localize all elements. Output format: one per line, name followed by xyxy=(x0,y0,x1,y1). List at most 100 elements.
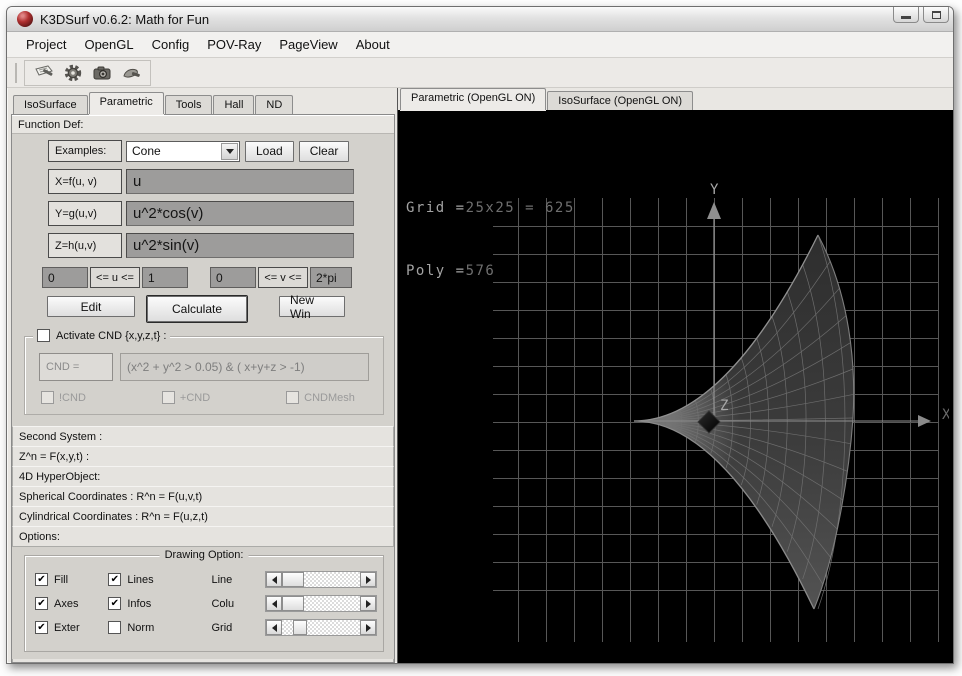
section-second-system[interactable]: Second System : xyxy=(12,426,394,447)
calculate-button[interactable]: Calculate xyxy=(147,296,247,322)
axes-checkbox[interactable]: ✔ xyxy=(35,597,48,610)
grid-info-label: Grid = xyxy=(406,200,466,216)
tab-isosurface-gl[interactable]: IsoSurface (OpenGL ON) xyxy=(547,91,693,110)
section-list: Second System : Z^n = F(x,y,t) : 4D Hype… xyxy=(12,427,394,547)
poly-info-label: Poly = xyxy=(406,263,466,279)
norm-checkbox[interactable] xyxy=(108,621,121,634)
norm-label: Norm xyxy=(127,622,154,634)
grid-slider[interactable] xyxy=(265,619,377,636)
load-button[interactable]: Load xyxy=(245,141,294,162)
combo-dropdown-button[interactable] xyxy=(221,143,238,160)
colu-slider-label: Colu xyxy=(203,598,265,610)
render-info-overlay: Grid =25x25 = 625 Poly =576 xyxy=(406,156,575,324)
exter-checkbox[interactable]: ✔ xyxy=(35,621,48,634)
infos-checkbox[interactable]: ✔ xyxy=(108,597,121,610)
u-min-input[interactable]: 0 xyxy=(42,267,88,288)
section-4d-hyperobject[interactable]: 4D HyperObject: xyxy=(12,466,394,487)
paint-tool-icon[interactable] xyxy=(120,62,142,84)
grid-slider-track[interactable] xyxy=(282,620,360,635)
line-slider-thumb[interactable] xyxy=(282,572,304,587)
menu-pageview[interactable]: PageView xyxy=(270,34,346,55)
menu-config[interactable]: Config xyxy=(143,34,199,55)
tab-parametric[interactable]: Parametric xyxy=(89,92,164,114)
colu-slider-left-arrow[interactable] xyxy=(266,596,282,611)
examples-label: Examples: xyxy=(48,140,122,162)
u-range-label: <= u <= xyxy=(90,267,140,288)
minimize-button[interactable] xyxy=(893,7,919,23)
line-slider-right-arrow[interactable] xyxy=(360,572,376,587)
activate-cnd-label: Activate CND {x,y,z,t} : xyxy=(56,330,166,342)
left-tabbar: IsoSurface Parametric Tools Hall ND xyxy=(11,92,395,114)
colu-slider-thumb[interactable] xyxy=(282,596,304,611)
function-def-header[interactable]: Function Def: xyxy=(12,115,394,134)
tab-hall[interactable]: Hall xyxy=(213,95,254,114)
tab-isosurface[interactable]: IsoSurface xyxy=(13,95,88,114)
section-animation[interactable]: Animation And Memb : xyxy=(12,659,394,663)
line-slider-left-arrow[interactable] xyxy=(266,572,282,587)
drawing-option-legend: Drawing Option: xyxy=(160,549,249,561)
edit-button[interactable]: Edit xyxy=(47,296,135,317)
cnd-equals-button[interactable]: CND = xyxy=(39,353,113,381)
notes-icon[interactable] xyxy=(33,62,55,84)
titlebar[interactable]: K3DSurf v0.6.2: Math for Fun xyxy=(7,7,953,32)
colu-slider-right-arrow[interactable] xyxy=(360,596,376,611)
examples-combobox[interactable]: Cone xyxy=(126,141,240,162)
x-function-label: X=f(u, v) xyxy=(48,169,122,194)
axes-label: Axes xyxy=(54,598,78,610)
grid-info-value: 25x25 = 625 xyxy=(466,200,575,216)
section-spherical[interactable]: Spherical Coordinates : R^n = F(u,v,t) xyxy=(12,486,394,507)
new-win-button[interactable]: New Win xyxy=(279,296,345,317)
section-cylindrical[interactable]: Cylindrical Coordinates : R^n = F(u,z,t) xyxy=(12,506,394,527)
lines-checkbox[interactable]: ✔ xyxy=(108,573,121,586)
v-range-label: <= v <= xyxy=(258,267,308,288)
tab-parametric-gl[interactable]: Parametric (OpenGL ON) xyxy=(400,88,546,110)
y-function-input[interactable]: u^2*cos(v) xyxy=(126,201,354,226)
menu-opengl[interactable]: OpenGL xyxy=(75,34,142,55)
menu-project[interactable]: Project xyxy=(17,34,75,55)
cnd-group: Activate CND {x,y,z,t} : CND = (x^2 + y^… xyxy=(24,336,384,415)
maximize-button[interactable] xyxy=(923,7,949,23)
colu-slider-track[interactable] xyxy=(282,596,360,611)
y-function-label: Y=g(u,v) xyxy=(48,201,122,226)
fill-label: Fill xyxy=(54,574,68,586)
menu-about[interactable]: About xyxy=(347,34,399,55)
control-panel: IsoSurface Parametric Tools Hall ND Func… xyxy=(7,88,397,663)
grid-slider-left-arrow[interactable] xyxy=(266,620,282,635)
section-zn[interactable]: Z^n = F(x,y,t) : xyxy=(12,446,394,467)
tab-tools[interactable]: Tools xyxy=(165,95,213,114)
cnd-formula-input[interactable]: (x^2 + y^2 > 0.05) & ( x+y+z > -1) xyxy=(120,353,369,381)
toolbar xyxy=(7,58,953,88)
line-slider[interactable] xyxy=(265,571,377,588)
fill-checkbox[interactable]: ✔ xyxy=(35,573,48,586)
grid-slider-right-arrow[interactable] xyxy=(360,620,376,635)
lines-label: Lines xyxy=(127,574,153,586)
u-max-input[interactable]: 1 xyxy=(142,267,188,288)
activate-cnd-checkbox[interactable] xyxy=(37,329,50,342)
line-slider-track[interactable] xyxy=(282,572,360,587)
menubar: Project OpenGL Config POV-Ray PageView A… xyxy=(7,32,953,58)
v-max-input[interactable]: 2*pi xyxy=(310,267,352,288)
grid-slider-thumb[interactable] xyxy=(293,620,307,635)
y-axis-label: Y xyxy=(710,182,719,198)
chevron-down-icon xyxy=(226,149,234,154)
cndmesh-checkbox[interactable] xyxy=(286,391,299,404)
section-options[interactable]: Options: xyxy=(12,526,394,547)
v-min-input[interactable]: 0 xyxy=(210,267,256,288)
colu-slider[interactable] xyxy=(265,595,377,612)
plus-cnd-checkbox[interactable] xyxy=(162,391,175,404)
gear-icon[interactable] xyxy=(62,62,84,84)
toolbar-grip[interactable] xyxy=(15,63,20,83)
menu-povray[interactable]: POV-Ray xyxy=(198,34,270,55)
minimize-icon xyxy=(901,16,911,19)
examples-selected: Cone xyxy=(132,144,161,158)
z-function-input[interactable]: u^2*sin(v) xyxy=(126,233,354,258)
opengl-viewport[interactable]: Y Z X Grid =25x25 = 625 Poly =576 xyxy=(398,110,953,663)
parametric-panel: Function Def: Examples: Cone Load xyxy=(11,114,395,663)
clear-button[interactable]: Clear xyxy=(299,141,350,162)
infos-label: Infos xyxy=(127,598,151,610)
camera-icon[interactable] xyxy=(91,62,113,84)
cndmesh-label: CNDMesh xyxy=(304,392,355,404)
x-function-input[interactable]: u xyxy=(126,169,354,194)
tab-nd[interactable]: ND xyxy=(255,95,293,114)
not-cnd-checkbox[interactable] xyxy=(41,391,54,404)
